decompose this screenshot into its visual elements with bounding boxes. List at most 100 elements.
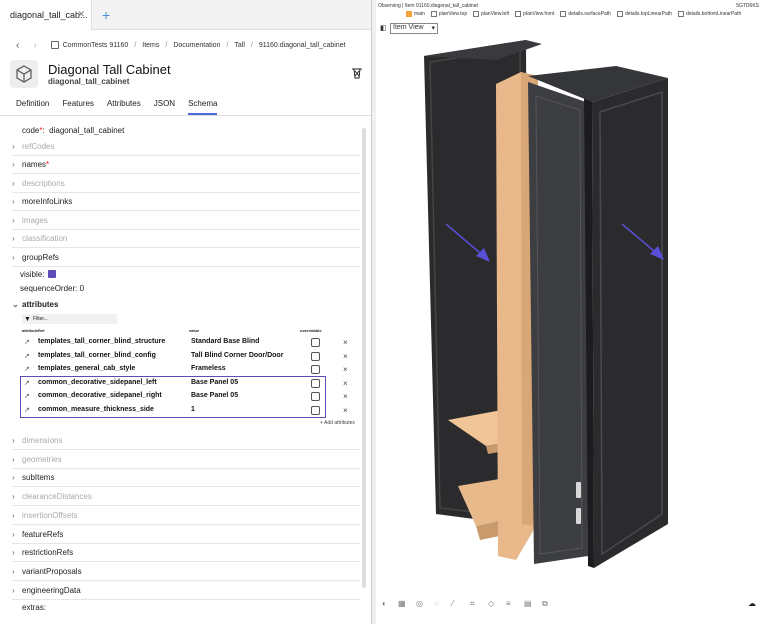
attribute-value[interactable]: Tall Blind Corner Door/Door bbox=[191, 352, 283, 359]
item-header: Diagonal Tall Cabinet diagonal_tall_cabi… bbox=[0, 60, 371, 96]
list-icon[interactable]: ≡ bbox=[506, 599, 511, 608]
prop-classification[interactable]: › classification bbox=[12, 230, 360, 248]
tab-features[interactable]: Features bbox=[62, 96, 94, 115]
subtab-bar: Definition Features Attributes JSON Sche… bbox=[0, 96, 371, 116]
palette-icon[interactable]: ◐ bbox=[382, 599, 387, 608]
code-row: code *: diagonal_tall_cabinet bbox=[22, 125, 125, 135]
folder-icon bbox=[50, 41, 59, 49]
close-icon[interactable]: ✕ bbox=[77, 9, 85, 20]
view-toggle-planview-top[interactable]: planView.top bbox=[430, 11, 467, 17]
chevron-right-icon: › bbox=[12, 142, 15, 151]
breadcrumb-item-project[interactable]: CommonTests 91160 bbox=[63, 42, 129, 49]
checkbox[interactable] bbox=[473, 11, 480, 17]
prop-grouprefs[interactable]: › groupRefs bbox=[12, 249, 360, 267]
forward-arrow-icon[interactable]: › bbox=[33, 40, 36, 51]
breadcrumb-item-current[interactable]: 91160.diagonal_tall_cabinet bbox=[259, 42, 346, 49]
target-icon[interactable]: ◇ bbox=[488, 599, 494, 608]
back-arrow-icon[interactable]: ‹ bbox=[16, 40, 19, 51]
scrollbar[interactable] bbox=[362, 128, 366, 588]
chevron-down-icon: ⌄ bbox=[12, 299, 19, 309]
checkbox[interactable] bbox=[406, 11, 412, 17]
layers-icon[interactable]: ▤ bbox=[524, 599, 532, 608]
chevron-right-icon: › bbox=[12, 510, 15, 520]
checkbox[interactable] bbox=[560, 11, 567, 17]
remove-icon[interactable]: × bbox=[343, 365, 348, 374]
breadcrumb-item-items[interactable]: Items bbox=[142, 42, 159, 49]
view-toggle-details-toplinearpath[interactable]: details.topLinearPath bbox=[616, 11, 672, 17]
chevron-right-icon: › bbox=[12, 548, 15, 558]
attributes-filter[interactable]: ▼ Filter... bbox=[22, 314, 117, 324]
filter-placeholder: Filter... bbox=[32, 316, 48, 322]
visible-checkbox[interactable] bbox=[48, 270, 57, 278]
remove-icon[interactable]: × bbox=[343, 352, 348, 361]
view-toggle-planview-left[interactable]: planView.left bbox=[473, 11, 509, 17]
prop-geometries[interactable]: › geometries bbox=[12, 451, 360, 469]
overridable-checkbox[interactable] bbox=[311, 351, 320, 361]
code-value[interactable]: diagonal_tall_cabinet bbox=[49, 126, 124, 135]
prop-variantproposals[interactable]: › variantProposals bbox=[12, 563, 360, 581]
chevron-right-icon: › bbox=[12, 585, 15, 595]
tab-attributes[interactable]: Attributes bbox=[107, 96, 141, 115]
external-link-icon[interactable]: ↗ bbox=[24, 352, 30, 360]
external-link-icon[interactable]: ↗ bbox=[24, 365, 30, 373]
overridable-checkbox[interactable] bbox=[311, 338, 320, 347]
grid-icon[interactable]: ▦ bbox=[398, 599, 406, 608]
chevron-right-icon: › bbox=[12, 454, 15, 464]
view-toggle-main[interactable]: main bbox=[406, 11, 425, 17]
remove-icon[interactable]: × bbox=[343, 379, 348, 388]
remove-icon[interactable]: × bbox=[343, 406, 348, 415]
view-mode-select[interactable]: Item View ▾ bbox=[390, 23, 438, 34]
view-toggle-details-surfacepath[interactable]: details.surfacePath bbox=[560, 11, 611, 17]
chevron-right-icon: › bbox=[12, 529, 15, 539]
prop-engineeringdata[interactable]: › engineeringData bbox=[12, 582, 360, 600]
editor-panel: diagonal_tall_cab... ✕ + ‹ › CommonTests… bbox=[0, 0, 372, 624]
tab-schema[interactable]: Schema bbox=[188, 96, 218, 115]
prop-insertionoffsets[interactable]: › insertionOffsets bbox=[12, 507, 360, 525]
checkbox[interactable] bbox=[430, 11, 437, 17]
checkbox[interactable] bbox=[616, 11, 623, 17]
add-attributes-link[interactable]: + Add attributes bbox=[320, 420, 355, 426]
prop-subitems[interactable]: › subItems bbox=[12, 469, 360, 488]
attribute-value[interactable]: Frameless bbox=[191, 365, 226, 372]
chevron-right-icon: › bbox=[12, 160, 15, 169]
prop-descriptions[interactable]: › descriptions bbox=[12, 175, 360, 193]
prop-images[interactable]: › images bbox=[12, 212, 360, 230]
tab-diagonal-tall-cabinet[interactable]: diagonal_tall_cab... ✕ bbox=[0, 0, 92, 30]
attribute-value[interactable]: Standard Base Blind bbox=[191, 338, 259, 345]
pen-icon[interactable]: ⁄ bbox=[452, 599, 453, 608]
sequence-value[interactable]: 0 bbox=[80, 284, 84, 293]
tab-definition[interactable]: Definition bbox=[16, 96, 49, 115]
add-tab-icon[interactable]: + bbox=[102, 7, 110, 23]
view-toggle-details-bottomlinearpath[interactable]: details.bottomLinearPath bbox=[677, 11, 741, 17]
prop-moreinfolinks[interactable]: › moreInfoLinks bbox=[12, 193, 360, 211]
viewer-bottom-toolbar: ◐ ▦ ◎ ◌ ⁄ ⌗ ◇ ≡ ▤ ⧉ ☁ bbox=[376, 597, 769, 613]
breadcrumb-item-documentation[interactable]: Documentation bbox=[173, 42, 220, 49]
breadcrumb-item-tall[interactable]: Tall bbox=[234, 42, 245, 49]
cloud-download-icon[interactable]: ☁ bbox=[748, 599, 756, 608]
rotate-icon[interactable]: ◎ bbox=[416, 599, 423, 608]
view-toggle-planview-front[interactable]: planView.front bbox=[515, 11, 554, 17]
checkbox[interactable] bbox=[515, 11, 522, 17]
cabinet-model[interactable] bbox=[376, 36, 769, 596]
prop-featurerefs[interactable]: › featureRefs bbox=[12, 526, 360, 544]
camera-icon[interactable]: ◧ bbox=[380, 24, 387, 32]
external-link-icon[interactable]: ↗ bbox=[24, 338, 30, 346]
prop-refcodes[interactable]: › refCodes bbox=[12, 138, 360, 156]
light-icon[interactable]: ◌ bbox=[434, 599, 439, 608]
export-icon[interactable]: ⧉ bbox=[542, 599, 548, 609]
prop-names[interactable]: › names * bbox=[12, 156, 360, 174]
visible-label: visible: bbox=[20, 269, 45, 279]
delete-icon[interactable] bbox=[351, 66, 363, 84]
visible-row: visible: bbox=[20, 269, 360, 279]
checkbox[interactable] bbox=[677, 11, 684, 17]
remove-icon[interactable]: × bbox=[343, 338, 348, 347]
crop-icon[interactable]: ⌗ bbox=[470, 599, 475, 609]
overridable-checkbox[interactable] bbox=[311, 365, 320, 374]
tab-json[interactable]: JSON bbox=[154, 96, 175, 115]
prop-dimensions[interactable]: › dimensions bbox=[12, 432, 360, 450]
prop-restrictionrefs[interactable]: › restrictionRefs bbox=[12, 544, 360, 563]
prop-attributes[interactable]: ⌄ attributes bbox=[12, 298, 360, 310]
chevron-right-icon: › bbox=[12, 492, 15, 502]
remove-icon[interactable]: × bbox=[343, 392, 348, 401]
prop-clearancedistances[interactable]: › clearanceDistances bbox=[12, 488, 360, 507]
